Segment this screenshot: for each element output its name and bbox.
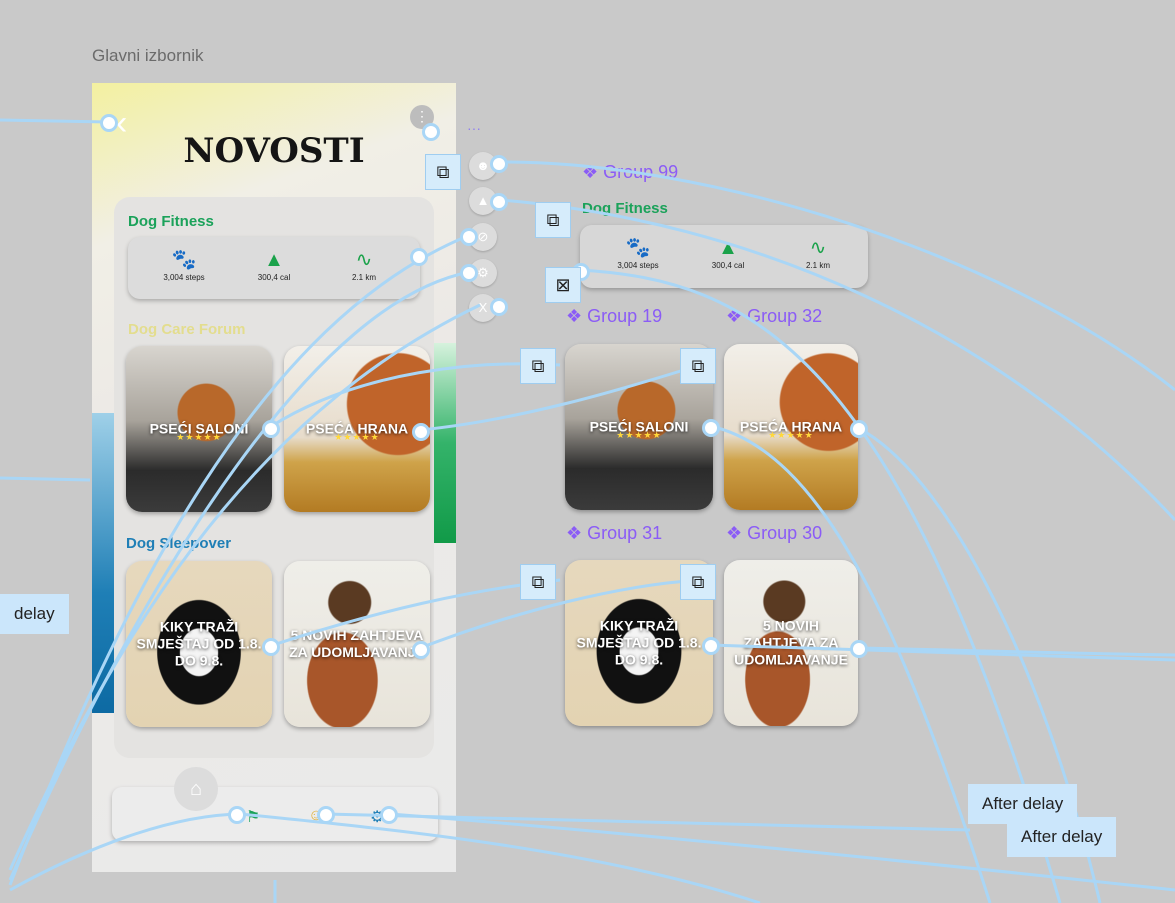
wire-endpoint[interactable]	[490, 155, 508, 173]
dog-walk-icon[interactable]: ⚑	[246, 807, 260, 827]
frame-label: Glavni izbornik	[92, 46, 204, 65]
wire-endpoint[interactable]	[262, 420, 280, 438]
group-label-32[interactable]: ❖ Group 32	[726, 306, 822, 327]
rating-stars: ★★★★★	[768, 430, 814, 440]
preview-stat-calories-value: 300,4 cal	[711, 261, 745, 270]
delay-trigger-tag[interactable]: delay	[0, 594, 69, 634]
group-label-31[interactable]: ❖ Group 31	[566, 523, 662, 544]
tile-label: 5 NOVIH ZAHTJEVA ZA UDOMLJAVANJE	[734, 617, 848, 668]
group-label-30[interactable]: ❖ Group 30	[726, 523, 822, 544]
paw-icon: 🐾	[171, 249, 197, 271]
wire-endpoint[interactable]	[262, 638, 280, 656]
wire-endpoint[interactable]	[422, 123, 440, 141]
wire-endpoint[interactable]	[380, 806, 398, 824]
tile-label: KIKY TRAŽI SMJEŠTAJ OD 1.8. DO 9.8.	[576, 617, 702, 668]
fitness-stats-bar[interactable]: 🐾 3,004 steps ▲ 300,4 cal ∿ 2.1 km	[128, 237, 420, 299]
paw-icon: 🐾	[625, 237, 651, 259]
link-icon[interactable]: ⧉	[520, 564, 556, 600]
wire-endpoint[interactable]	[490, 298, 508, 316]
preview-stat-steps: 🐾 3,004 steps	[598, 235, 678, 270]
preview-stat-calories: ▲ 300,4 cal	[688, 235, 768, 270]
route-icon: ∿	[809, 237, 827, 259]
section-title-fitness: Dog Fitness	[128, 213, 214, 230]
ellipsis-icon: ···	[467, 120, 481, 136]
wire-endpoint[interactable]	[850, 640, 868, 658]
group-label-19[interactable]: ❖ Group 19	[566, 306, 662, 327]
link-icon[interactable]: ⧉	[520, 348, 556, 384]
edge-gradient-left	[92, 413, 114, 713]
edge-gradient-right	[434, 343, 456, 543]
group-label-99[interactable]: ❖ Group 99	[582, 162, 678, 183]
flame-icon: ▲	[718, 237, 738, 259]
wire-endpoint[interactable]	[317, 806, 335, 824]
after-delay-tag[interactable]: After delay	[1007, 817, 1117, 857]
stat-distance: ∿ 2.1 km	[324, 247, 404, 282]
link-icon[interactable]: ⧉	[680, 348, 716, 384]
stat-steps: 🐾 3,004 steps	[144, 247, 224, 282]
wire-endpoint[interactable]	[460, 228, 478, 246]
wire-endpoint[interactable]	[490, 193, 508, 211]
link-icon[interactable]: ⧉	[535, 202, 571, 238]
wire-endpoint[interactable]	[100, 114, 118, 132]
wire-endpoint[interactable]	[702, 419, 720, 437]
rating-stars: ★★★★★	[616, 430, 662, 440]
page-title: NOVOSTI	[183, 131, 365, 171]
home-icon[interactable]: ⌂	[174, 767, 218, 811]
phone-frame: ‹ ⋮ NOVOSTI Dog Fitness 🐾 3,004 steps ▲ …	[92, 83, 456, 872]
wire-endpoint[interactable]	[460, 264, 478, 282]
preview-stat-steps-value: 3,004 steps	[617, 261, 659, 270]
tile-dog-salons[interactable]: PSEĆI SALONI ★★★★★	[126, 346, 272, 512]
preview-stats-bar[interactable]: 🐾 3,004 steps ▲ 300,4 cal ∿ 2.1 km	[580, 225, 868, 288]
wire-endpoint[interactable]	[412, 423, 430, 441]
preview-stat-distance: ∿ 2.1 km	[778, 235, 858, 270]
preview-tile-dog-food[interactable]: PSEĆA HRANA ★★★★★	[724, 344, 858, 510]
route-icon: ∿	[355, 249, 373, 271]
wire-endpoint[interactable]	[410, 248, 428, 266]
tile-dog-food[interactable]: PSEĆA HRANA ★★★★★	[284, 346, 430, 512]
tile-adoption-requests[interactable]: 5 NOVIH ZAHTJEVA ZA UDOMLJAVANJE	[284, 561, 430, 727]
rating-stars: ★★★★★	[334, 432, 380, 442]
close-overlay-icon[interactable]: ⊠	[545, 267, 581, 303]
tile-kiky-sleepover[interactable]: KIKY TRAŽI SMJEŠTAJ OD 1.8. DO 9.8.	[126, 561, 272, 727]
flame-icon: ▲	[264, 249, 284, 271]
preview-tile-adoption-requests[interactable]: 5 NOVIH ZAHTJEVA ZA UDOMLJAVANJE	[724, 560, 858, 726]
wire-endpoint[interactable]	[228, 806, 246, 824]
stat-steps-value: 3,004 steps	[163, 273, 205, 282]
preview-fitness-title: Dog Fitness	[582, 200, 668, 217]
stat-calories: ▲ 300,4 cal	[234, 247, 314, 282]
tile-label: KIKY TRAŽI SMJEŠTAJ OD 1.8. DO 9.8.	[136, 618, 262, 669]
section-title-forum: Dog Care Forum	[128, 321, 246, 338]
section-title-sleepover: Dog Sleepover	[126, 535, 232, 552]
wire-left-mid	[0, 476, 91, 482]
tile-label: 5 NOVIH ZAHTJEVA ZA UDOMLJAVANJE	[289, 627, 425, 660]
preview-stat-distance-value: 2.1 km	[805, 261, 830, 270]
stat-calories-value: 300,4 cal	[257, 273, 291, 282]
wire-preview-adopt	[857, 646, 1175, 657]
content-card: Dog Fitness 🐾 3,004 steps ▲ 300,4 cal ∿ …	[114, 197, 434, 758]
link-icon[interactable]: ⧉	[425, 154, 461, 190]
stat-distance-value: 2.1 km	[351, 273, 376, 282]
wire-endpoint[interactable]	[850, 420, 868, 438]
link-icon[interactable]: ⧉	[680, 564, 716, 600]
wire-endpoint[interactable]	[702, 637, 720, 655]
rating-stars: ★★★★★	[176, 432, 222, 442]
wire-endpoint[interactable]	[412, 641, 430, 659]
